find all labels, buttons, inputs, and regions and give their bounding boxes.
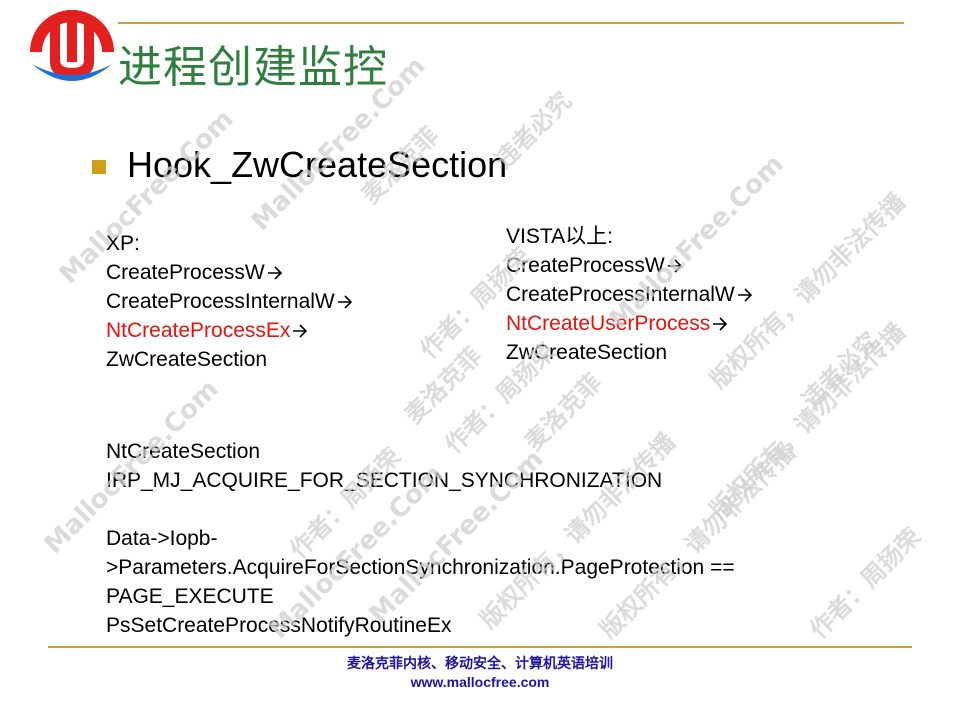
- note-line: PAGE_EXECUTE: [106, 585, 274, 608]
- footer-slogan: 麦洛克菲内核、移动安全、计算机英语培训: [347, 656, 613, 672]
- xp-step-text: CreateProcessInternalW: [106, 290, 335, 313]
- note-blank-line: [106, 495, 735, 524]
- footer-rule: [48, 646, 912, 648]
- vista-step: NtCreateUserProcess: [506, 309, 753, 338]
- vista-call-chain: VISTA以上: CreateProcessW CreateProcessInt…: [506, 222, 753, 367]
- right-arrow-icon: [293, 324, 308, 338]
- vista-step-text: ZwCreateSection: [506, 341, 668, 364]
- watermark-warning: 违者必究: [796, 327, 884, 415]
- right-arrow-icon: [337, 295, 352, 309]
- note-line: NtCreateSection: [106, 440, 261, 463]
- slide: 进程创建监控 Hook_ZwCreateSection XP: CreatePr…: [0, 0, 960, 720]
- square-bullet-icon: [92, 160, 106, 174]
- xp-step-text: ZwCreateSection: [106, 348, 268, 371]
- right-arrow-icon: [713, 317, 728, 331]
- vista-step-text-highlight: NtCreateUserProcess: [506, 312, 711, 335]
- xp-step-text: CreateProcessW: [106, 261, 265, 284]
- xp-step: CreateProcessInternalW: [106, 287, 353, 316]
- right-arrow-icon: [267, 266, 282, 280]
- slide-title: 进程创建监控: [118, 42, 388, 93]
- xp-label: XP:: [106, 232, 140, 255]
- xp-step-text-highlight: NtCreateProcessEx: [106, 319, 291, 342]
- right-arrow-icon: [667, 259, 682, 273]
- vista-step-text: CreateProcessInternalW: [506, 283, 735, 306]
- mallocfree-logo: [30, 10, 114, 81]
- xp-step: CreateProcessW: [106, 258, 353, 287]
- note-line: PsSetCreateProcessNotifyRoutineEx: [106, 614, 452, 637]
- note-line: >Parameters.AcquireForSectionSynchroniza…: [106, 556, 735, 579]
- slide-heading: Hook_ZwCreateSection: [127, 144, 508, 185]
- xp-step: NtCreateProcessEx: [106, 316, 353, 345]
- vista-label: VISTA以上:: [506, 225, 613, 248]
- note-line: IRP_MJ_ACQUIRE_FOR_SECTION_SYNCHRONIZATI…: [106, 469, 663, 492]
- xp-call-chain: XP: CreateProcessW CreateProcessInternal…: [106, 229, 353, 374]
- right-arrow-icon: [737, 288, 752, 302]
- watermark-author: 作者：周扬荣: [804, 523, 926, 645]
- vista-step: CreateProcessInternalW: [506, 280, 753, 309]
- footer-website: www.mallocfree.com: [410, 674, 550, 690]
- section-sync-notes: NtCreateSection IRP_MJ_ACQUIRE_FOR_SECTI…: [106, 437, 735, 640]
- vista-step: CreateProcessW: [506, 251, 753, 280]
- header-rule: [118, 22, 904, 24]
- note-line: Data->Iopb-: [106, 527, 218, 550]
- vista-step-text: CreateProcessW: [506, 254, 665, 277]
- watermark-company: 麦洛克菲: [399, 342, 487, 430]
